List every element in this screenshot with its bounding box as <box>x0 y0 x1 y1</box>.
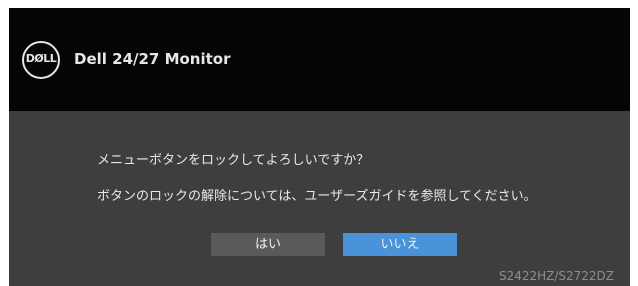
confirm-message: メニューボタンをロックしてよろしいですか？ <box>97 153 370 168</box>
yes-button[interactable]: はい <box>211 233 325 256</box>
no-button[interactable]: いいえ <box>343 233 457 256</box>
dell-logo-icon: DØLL <box>22 41 60 79</box>
osd-header: DØLL Dell 24/27 Monitor <box>9 8 630 111</box>
logo-text: DØLL <box>25 52 57 65</box>
monitor-title: Dell 24/27 Monitor <box>74 50 231 68</box>
model-number: S2422HZ/S2722DZ <box>498 269 614 283</box>
unlock-hint-message: ボタンのロックの解除については、ユーザーズガイドを参照してください。 <box>97 189 537 204</box>
osd-dialog: DØLL Dell 24/27 Monitor メニューボタンをロックしてよろし… <box>9 8 630 286</box>
